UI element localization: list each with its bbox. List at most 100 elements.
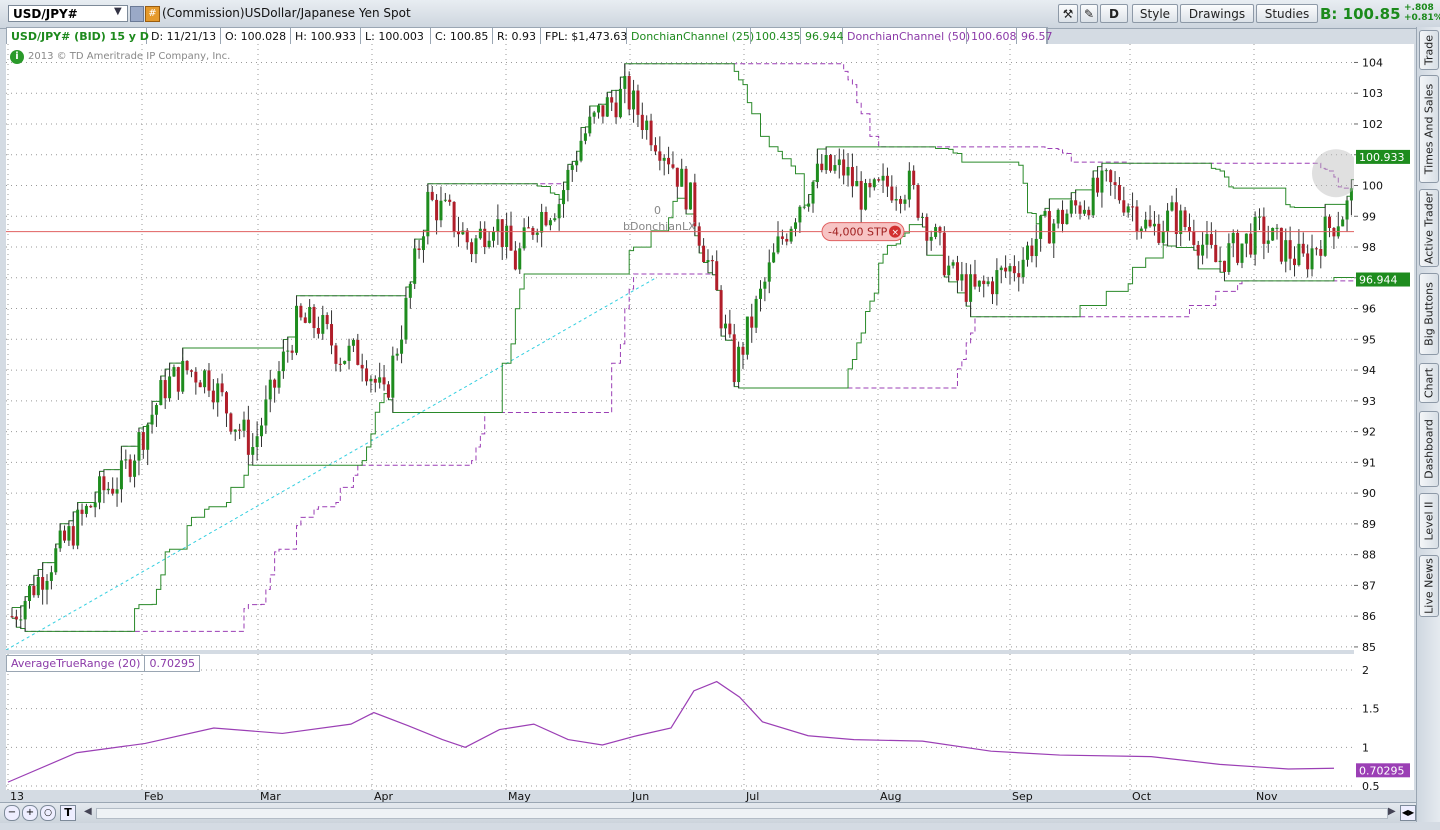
candle-body xyxy=(443,199,447,201)
bottom-toolbar: − + ○ T ◀ ▶ ◀▶ xyxy=(0,802,1416,823)
candle-body xyxy=(58,530,62,549)
candle-body xyxy=(990,281,994,295)
link-menu-icon[interactable] xyxy=(130,6,144,22)
side-tab-dashboard[interactable]: Dashboard xyxy=(1419,411,1439,487)
axis-tick-label: 104 xyxy=(1362,56,1383,69)
candle-body xyxy=(1288,240,1292,259)
studies-button[interactable]: Studies xyxy=(1256,4,1318,23)
candle-body xyxy=(137,432,141,461)
candle-body xyxy=(570,165,574,170)
candle-body xyxy=(255,436,259,448)
candle-body xyxy=(1240,243,1244,263)
axis-tick-label: 95 xyxy=(1362,333,1376,346)
zoom-out-icon[interactable]: − xyxy=(4,805,20,821)
candle-body xyxy=(14,616,18,620)
candle-body xyxy=(1166,210,1170,232)
candle-body xyxy=(1323,216,1327,256)
candle-body xyxy=(133,460,137,477)
price-chart-svg[interactable]: -4,000 STP × bDonchianLX 0 xyxy=(5,44,1397,651)
current-bar-highlight xyxy=(1312,149,1360,198)
candle-body xyxy=(395,353,399,356)
candle-body xyxy=(1004,267,1008,272)
dc50-label[interactable]: DonchianChannel (50) xyxy=(843,28,970,45)
candle-body xyxy=(562,190,566,205)
candle-body xyxy=(1043,211,1047,216)
candle-body xyxy=(509,225,513,251)
hash-icon[interactable]: # xyxy=(145,6,160,22)
side-tab-active-trader[interactable]: Active Trader xyxy=(1419,189,1439,267)
change-percent: +0.81% xyxy=(1404,13,1440,23)
chart-title[interactable]: USD/JPY# (BID) 15 y D xyxy=(7,28,149,45)
axis-tick-label: 91 xyxy=(1362,456,1376,469)
candle-body xyxy=(881,175,885,181)
candle-body xyxy=(10,616,14,618)
style-button[interactable]: Style xyxy=(1132,4,1178,23)
price-axis[interactable]: 8586878889909192939495969798991001011021… xyxy=(1354,44,1414,793)
candle-body xyxy=(995,270,999,295)
atr-label-box[interactable]: AverageTrueRange (20) 0.70295 xyxy=(6,655,200,672)
candle-body xyxy=(737,346,741,383)
expand-icon[interactable]: ◀▶ xyxy=(1400,805,1416,821)
candle-body xyxy=(527,227,531,229)
settings-button[interactable]: ✎ xyxy=(1080,4,1098,23)
candle-body xyxy=(456,231,460,235)
candle-body xyxy=(316,328,320,334)
candle-body xyxy=(1052,223,1056,244)
candle-body xyxy=(1069,200,1073,214)
text-tool-icon[interactable]: T xyxy=(60,805,76,821)
candle-body xyxy=(1039,215,1043,239)
candle-body xyxy=(750,316,754,328)
side-tab-level-ii[interactable]: Level II xyxy=(1419,493,1439,549)
candle-body xyxy=(767,262,771,282)
candle-body xyxy=(540,211,544,233)
side-tab-trade[interactable]: Trade xyxy=(1419,30,1439,70)
side-tab-big-buttons[interactable]: Big Buttons xyxy=(1419,273,1439,355)
candle-body xyxy=(671,164,675,168)
zoom-fit-icon[interactable]: ○ xyxy=(40,805,56,821)
candle-body xyxy=(391,355,395,398)
atr-chart-svg[interactable] xyxy=(6,654,1354,790)
dc25-upper: 100.435 xyxy=(751,28,801,45)
candle-body xyxy=(776,236,780,253)
period-button[interactable]: D xyxy=(1100,4,1128,23)
candle-body xyxy=(662,157,666,161)
horizontal-scrollbar[interactable] xyxy=(96,808,1388,819)
price-chart[interactable]: -4,000 STP × bDonchianLX 0 xyxy=(5,44,1397,651)
candle-body xyxy=(1306,253,1310,270)
candle-body xyxy=(1135,206,1139,232)
drawings-button[interactable]: Drawings xyxy=(1180,4,1254,23)
candle-body xyxy=(780,236,784,239)
symbol-input[interactable]: USD/JPY# xyxy=(8,5,128,22)
tools-button[interactable]: ⚒ xyxy=(1058,4,1078,23)
candle-body xyxy=(964,274,968,302)
candle-body xyxy=(233,429,237,432)
candle-body xyxy=(597,105,601,113)
candle-body xyxy=(1087,209,1091,216)
candle-body xyxy=(732,334,736,383)
side-tab-chart[interactable]: Chart xyxy=(1419,363,1439,403)
dc25-label[interactable]: DonchianChannel (25) xyxy=(627,28,754,45)
candle-body xyxy=(890,186,894,201)
zoom-in-icon[interactable]: + xyxy=(22,805,38,821)
atr-chart[interactable] xyxy=(6,654,1354,790)
candle-body xyxy=(1078,205,1082,214)
candle-body xyxy=(1148,219,1152,227)
candle-body xyxy=(1249,233,1253,255)
info-icon[interactable]: i xyxy=(10,50,24,64)
candle-body xyxy=(579,140,583,161)
side-tab-live-news[interactable]: Live News xyxy=(1419,555,1439,617)
candle-body xyxy=(518,248,522,270)
candle-body xyxy=(242,419,246,431)
candle-body xyxy=(45,580,49,590)
candle-body xyxy=(1161,231,1165,243)
symbol-dropdown-icon[interactable]: ▼ xyxy=(114,6,122,17)
side-tab-label: Chart xyxy=(1422,367,1436,399)
scroll-right-icon[interactable]: ▶ xyxy=(1388,806,1396,817)
candle-body xyxy=(185,360,189,371)
strategy-label: bDonchianLX xyxy=(623,220,696,233)
candle-body xyxy=(1131,206,1135,208)
candle-body xyxy=(224,392,228,414)
side-tab-times-and-sales[interactable]: Times And Sales xyxy=(1419,75,1439,183)
side-tab-label: Dashboard xyxy=(1422,419,1436,479)
scroll-left-icon[interactable]: ◀ xyxy=(84,806,92,817)
